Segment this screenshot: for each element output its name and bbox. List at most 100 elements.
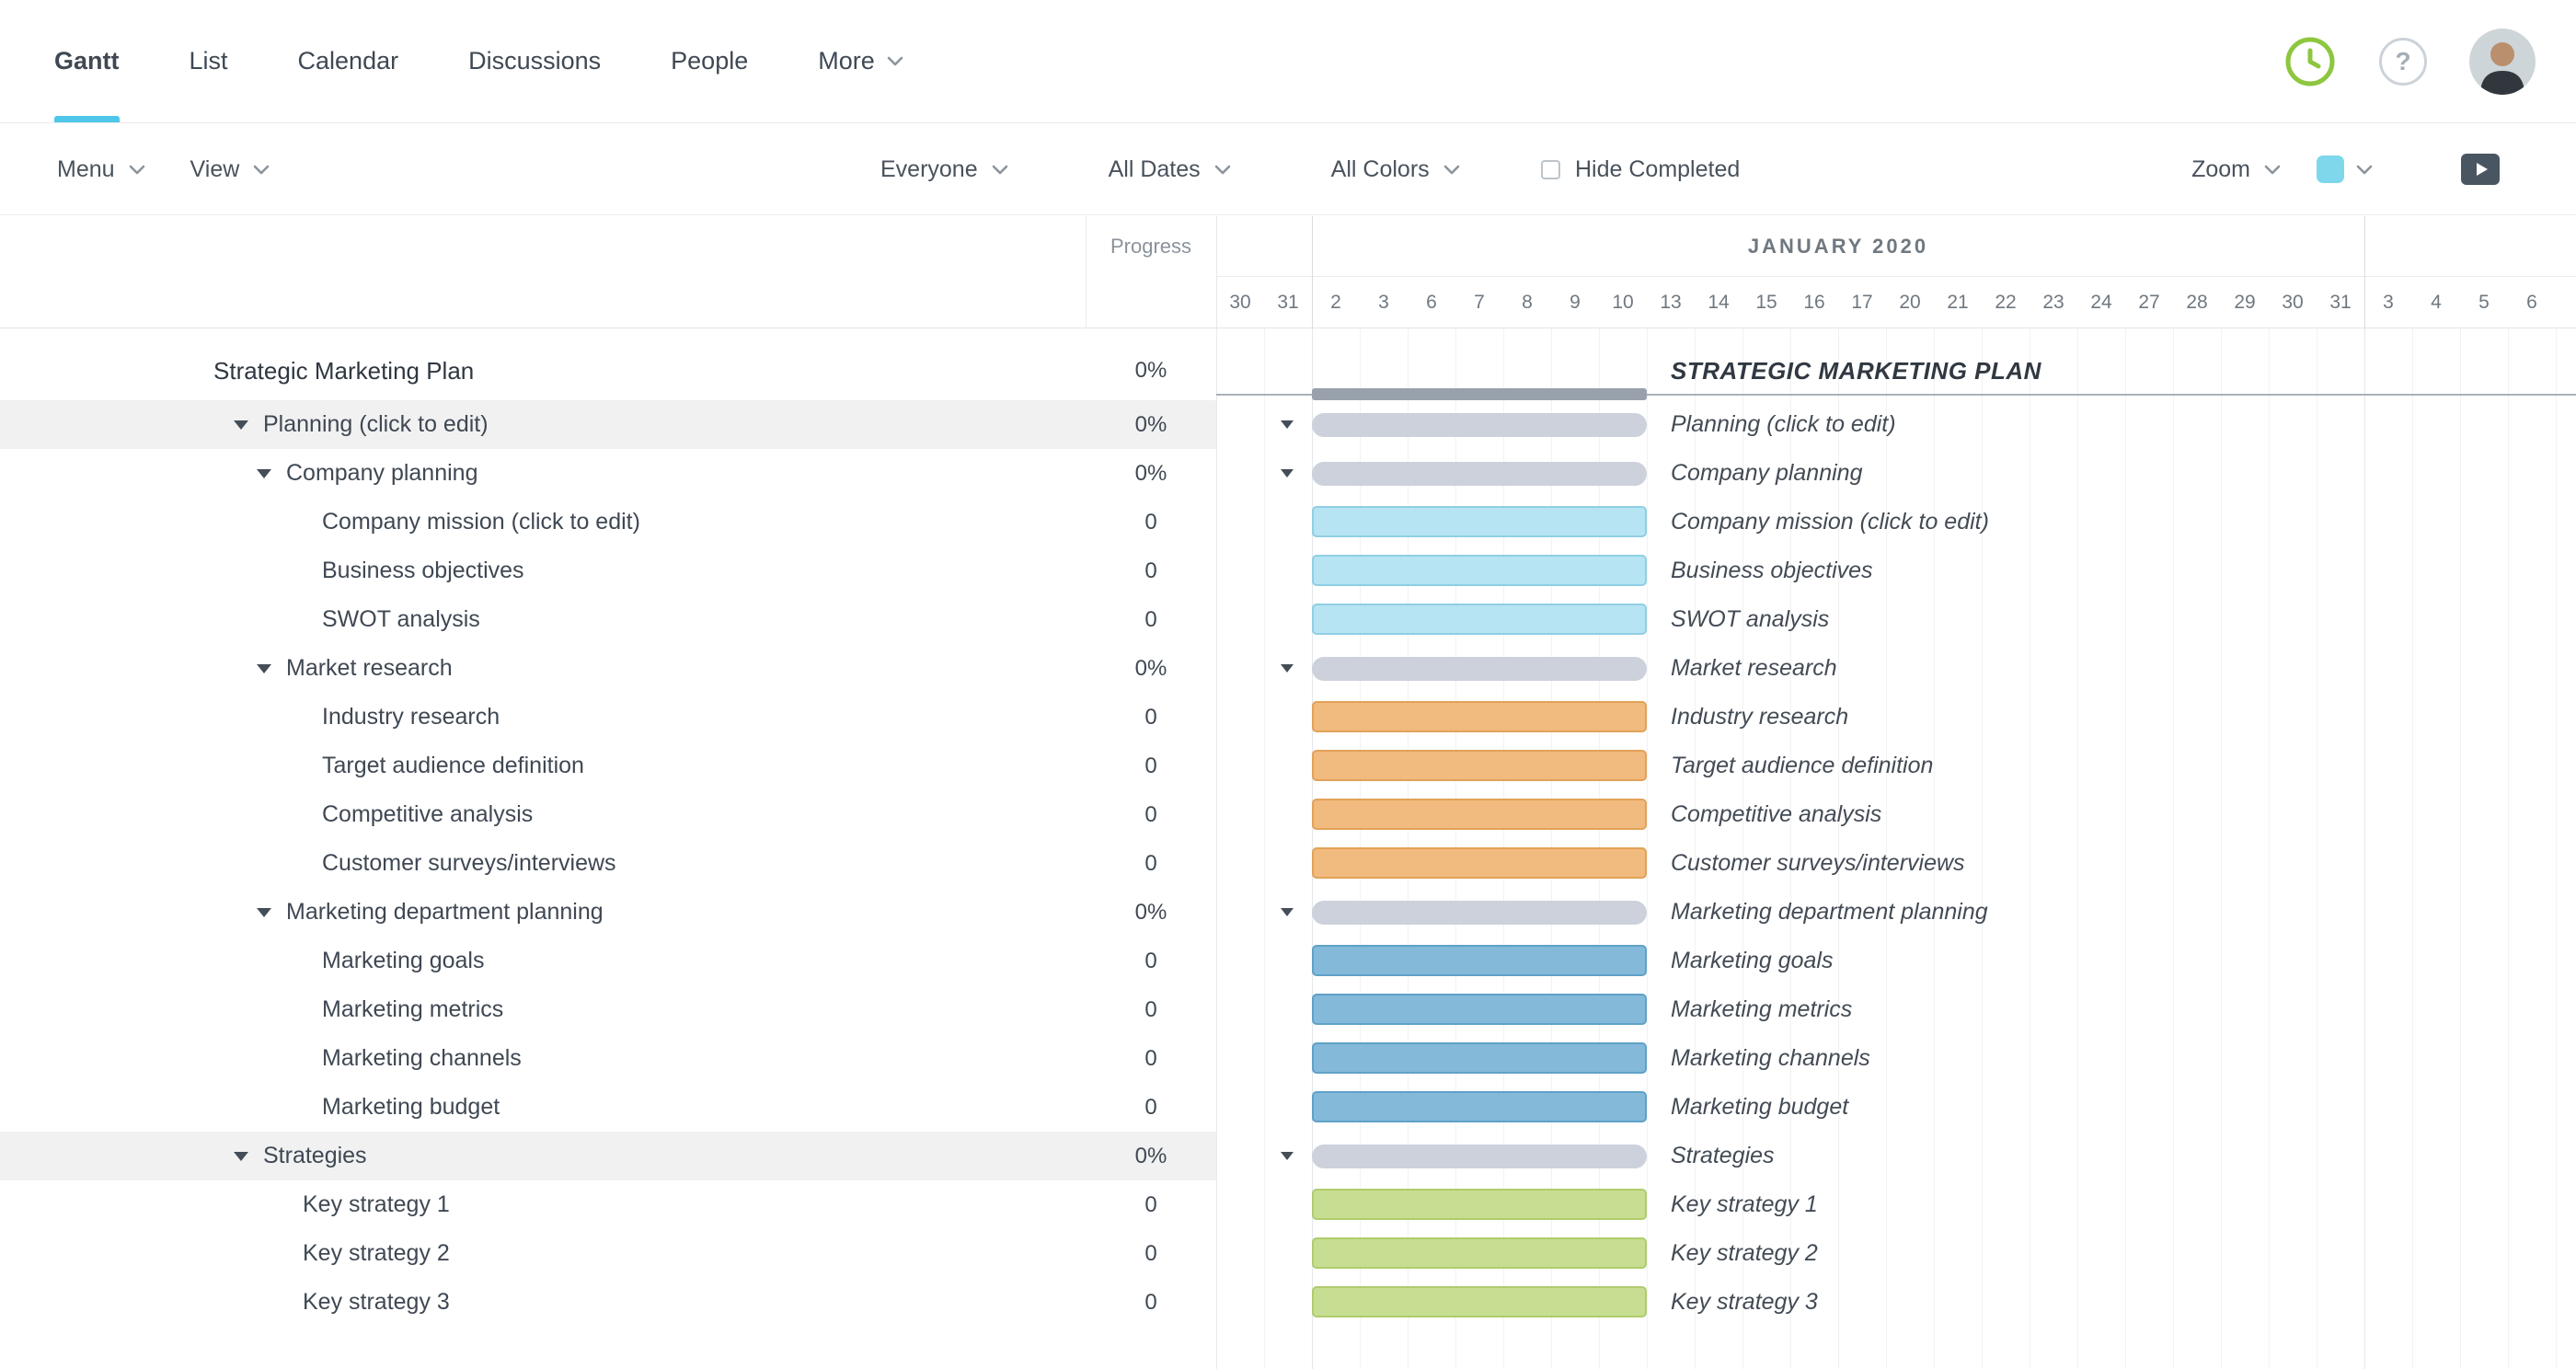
- task-name[interactable]: Strategies: [263, 1143, 367, 1169]
- progress-value: 0: [1144, 509, 1157, 535]
- day-label: 31: [2329, 292, 2352, 313]
- task-row: Marketing budget 0: [0, 1083, 1216, 1132]
- color-picker[interactable]: [2317, 155, 2374, 183]
- dropdown-label: Menu: [57, 155, 115, 182]
- task-name[interactable]: Key strategy 2: [303, 1240, 450, 1267]
- task-name[interactable]: Target audience definition: [322, 753, 584, 779]
- hide-completed-checkbox[interactable]: [1541, 159, 1560, 179]
- task-name[interactable]: SWOT analysis: [322, 606, 480, 633]
- tab-list[interactable]: List: [190, 0, 228, 122]
- tab-more[interactable]: More: [818, 0, 904, 122]
- everyone-filter[interactable]: Everyone: [880, 156, 1009, 183]
- view-dropdown[interactable]: View: [190, 156, 271, 183]
- task-name[interactable]: Marketing goals: [322, 948, 484, 974]
- task-bar[interactable]: [1312, 1042, 1647, 1074]
- collapse-icon[interactable]: [1281, 420, 1294, 429]
- task-bar[interactable]: [1312, 701, 1647, 732]
- all-dates-filter[interactable]: All Dates: [1109, 156, 1232, 183]
- tab-gantt[interactable]: Gantt: [54, 0, 120, 122]
- collapse-icon[interactable]: [1281, 663, 1294, 673]
- progress-value: 0: [1144, 1289, 1157, 1315]
- tab-people[interactable]: People: [671, 0, 748, 122]
- collapse-icon[interactable]: [257, 468, 271, 478]
- task-bar[interactable]: [1312, 994, 1647, 1025]
- task-bar[interactable]: [1312, 1237, 1647, 1269]
- task-name[interactable]: Strategic Marketing Plan: [213, 357, 474, 385]
- task-name[interactable]: Company planning: [286, 460, 477, 487]
- day-label: 10: [1612, 292, 1634, 313]
- bar-label: Planning (click to edit): [1671, 411, 1896, 437]
- menu-dropdown[interactable]: Menu: [57, 156, 146, 183]
- task-bar[interactable]: [1312, 1286, 1647, 1317]
- project-chart-label: STRATEGIC MARKETING PLAN: [1671, 356, 2041, 385]
- zoom-dropdown[interactable]: Zoom: [2191, 156, 2282, 183]
- group-bar[interactable]: [1312, 1145, 1647, 1168]
- task-bar[interactable]: [1312, 799, 1647, 830]
- task-name[interactable]: Marketing department planning: [286, 899, 604, 926]
- progress-value: 0: [1144, 996, 1157, 1022]
- day-label: 2: [1330, 292, 1341, 313]
- day-label: 8: [1522, 292, 1533, 313]
- task-name[interactable]: Planning (click to edit): [263, 411, 489, 438]
- task-bar[interactable]: [1312, 1189, 1647, 1220]
- tab-discussions[interactable]: Discussions: [468, 0, 601, 122]
- task-row: Marketing metrics 0: [0, 985, 1216, 1034]
- task-name[interactable]: Company mission (click to edit): [322, 509, 640, 535]
- video-tutorial-icon[interactable]: [2460, 153, 2501, 186]
- task-name[interactable]: Key strategy 3: [303, 1289, 450, 1316]
- task-bar[interactable]: [1312, 555, 1647, 586]
- bar-label: Strategies: [1671, 1143, 1775, 1168]
- collapse-icon[interactable]: [1281, 468, 1294, 477]
- task-name[interactable]: Key strategy 1: [303, 1191, 450, 1218]
- task-bar[interactable]: [1312, 1091, 1647, 1122]
- task-name-cell: Market research: [0, 644, 1086, 693]
- task-name-cell: Marketing department planning: [0, 888, 1086, 937]
- color-swatch-icon[interactable]: [2317, 155, 2344, 183]
- task-name[interactable]: Market research: [286, 655, 453, 682]
- collapse-icon[interactable]: [234, 420, 248, 430]
- task-name-cell: Strategic Marketing Plan: [0, 341, 1086, 400]
- day-label: 16: [1803, 292, 1825, 313]
- day-label: 3: [1378, 292, 1389, 313]
- bar-label: Competitive analysis: [1671, 801, 1882, 827]
- all-colors-filter[interactable]: All Colors: [1331, 156, 1461, 183]
- progress-value: 0: [1144, 1094, 1157, 1120]
- bar-label: Marketing budget: [1671, 1094, 1849, 1120]
- progress-value: 0: [1144, 606, 1157, 632]
- avatar[interactable]: [2469, 28, 2536, 95]
- bar-label: Marketing department planning: [1671, 899, 1988, 925]
- task-name[interactable]: Marketing budget: [322, 1094, 500, 1121]
- group-bar[interactable]: [1312, 413, 1647, 437]
- collapse-icon[interactable]: [1281, 1151, 1294, 1160]
- task-bar[interactable]: [1312, 506, 1647, 537]
- collapse-icon[interactable]: [1281, 907, 1294, 916]
- task-name[interactable]: Industry research: [322, 704, 500, 731]
- day-label: 31: [1277, 292, 1299, 313]
- bar-label: SWOT analysis: [1671, 606, 1830, 632]
- project-bar[interactable]: [1312, 388, 1647, 400]
- tab-calendar[interactable]: Calendar: [298, 0, 399, 122]
- group-bar[interactable]: [1312, 462, 1647, 486]
- task-name[interactable]: Business objectives: [322, 558, 524, 584]
- task-bar[interactable]: [1312, 847, 1647, 879]
- task-name[interactable]: Marketing metrics: [322, 996, 503, 1023]
- group-bar[interactable]: [1312, 901, 1647, 925]
- time-tracking-icon[interactable]: [2283, 35, 2337, 88]
- task-name[interactable]: Competitive analysis: [322, 801, 533, 828]
- day-label: 30: [2282, 292, 2304, 313]
- task-name[interactable]: Marketing channels: [322, 1045, 522, 1072]
- task-row: Marketing channels 0: [0, 1034, 1216, 1083]
- collapse-icon[interactable]: [257, 907, 271, 917]
- task-name-cell: Customer surveys/interviews: [0, 839, 1086, 888]
- task-name-cell: Marketing goals: [0, 937, 1086, 985]
- help-icon[interactable]: ?: [2379, 37, 2427, 86]
- task-bar[interactable]: [1312, 604, 1647, 635]
- hide-completed-toggle[interactable]: Hide Completed: [1541, 124, 1740, 214]
- task-name[interactable]: Customer surveys/interviews: [322, 850, 616, 877]
- group-bar[interactable]: [1312, 657, 1647, 681]
- progress-header: Progress: [1110, 235, 1192, 258]
- task-bar[interactable]: [1312, 750, 1647, 781]
- collapse-icon[interactable]: [234, 1151, 248, 1161]
- collapse-icon[interactable]: [257, 663, 271, 673]
- task-bar[interactable]: [1312, 945, 1647, 976]
